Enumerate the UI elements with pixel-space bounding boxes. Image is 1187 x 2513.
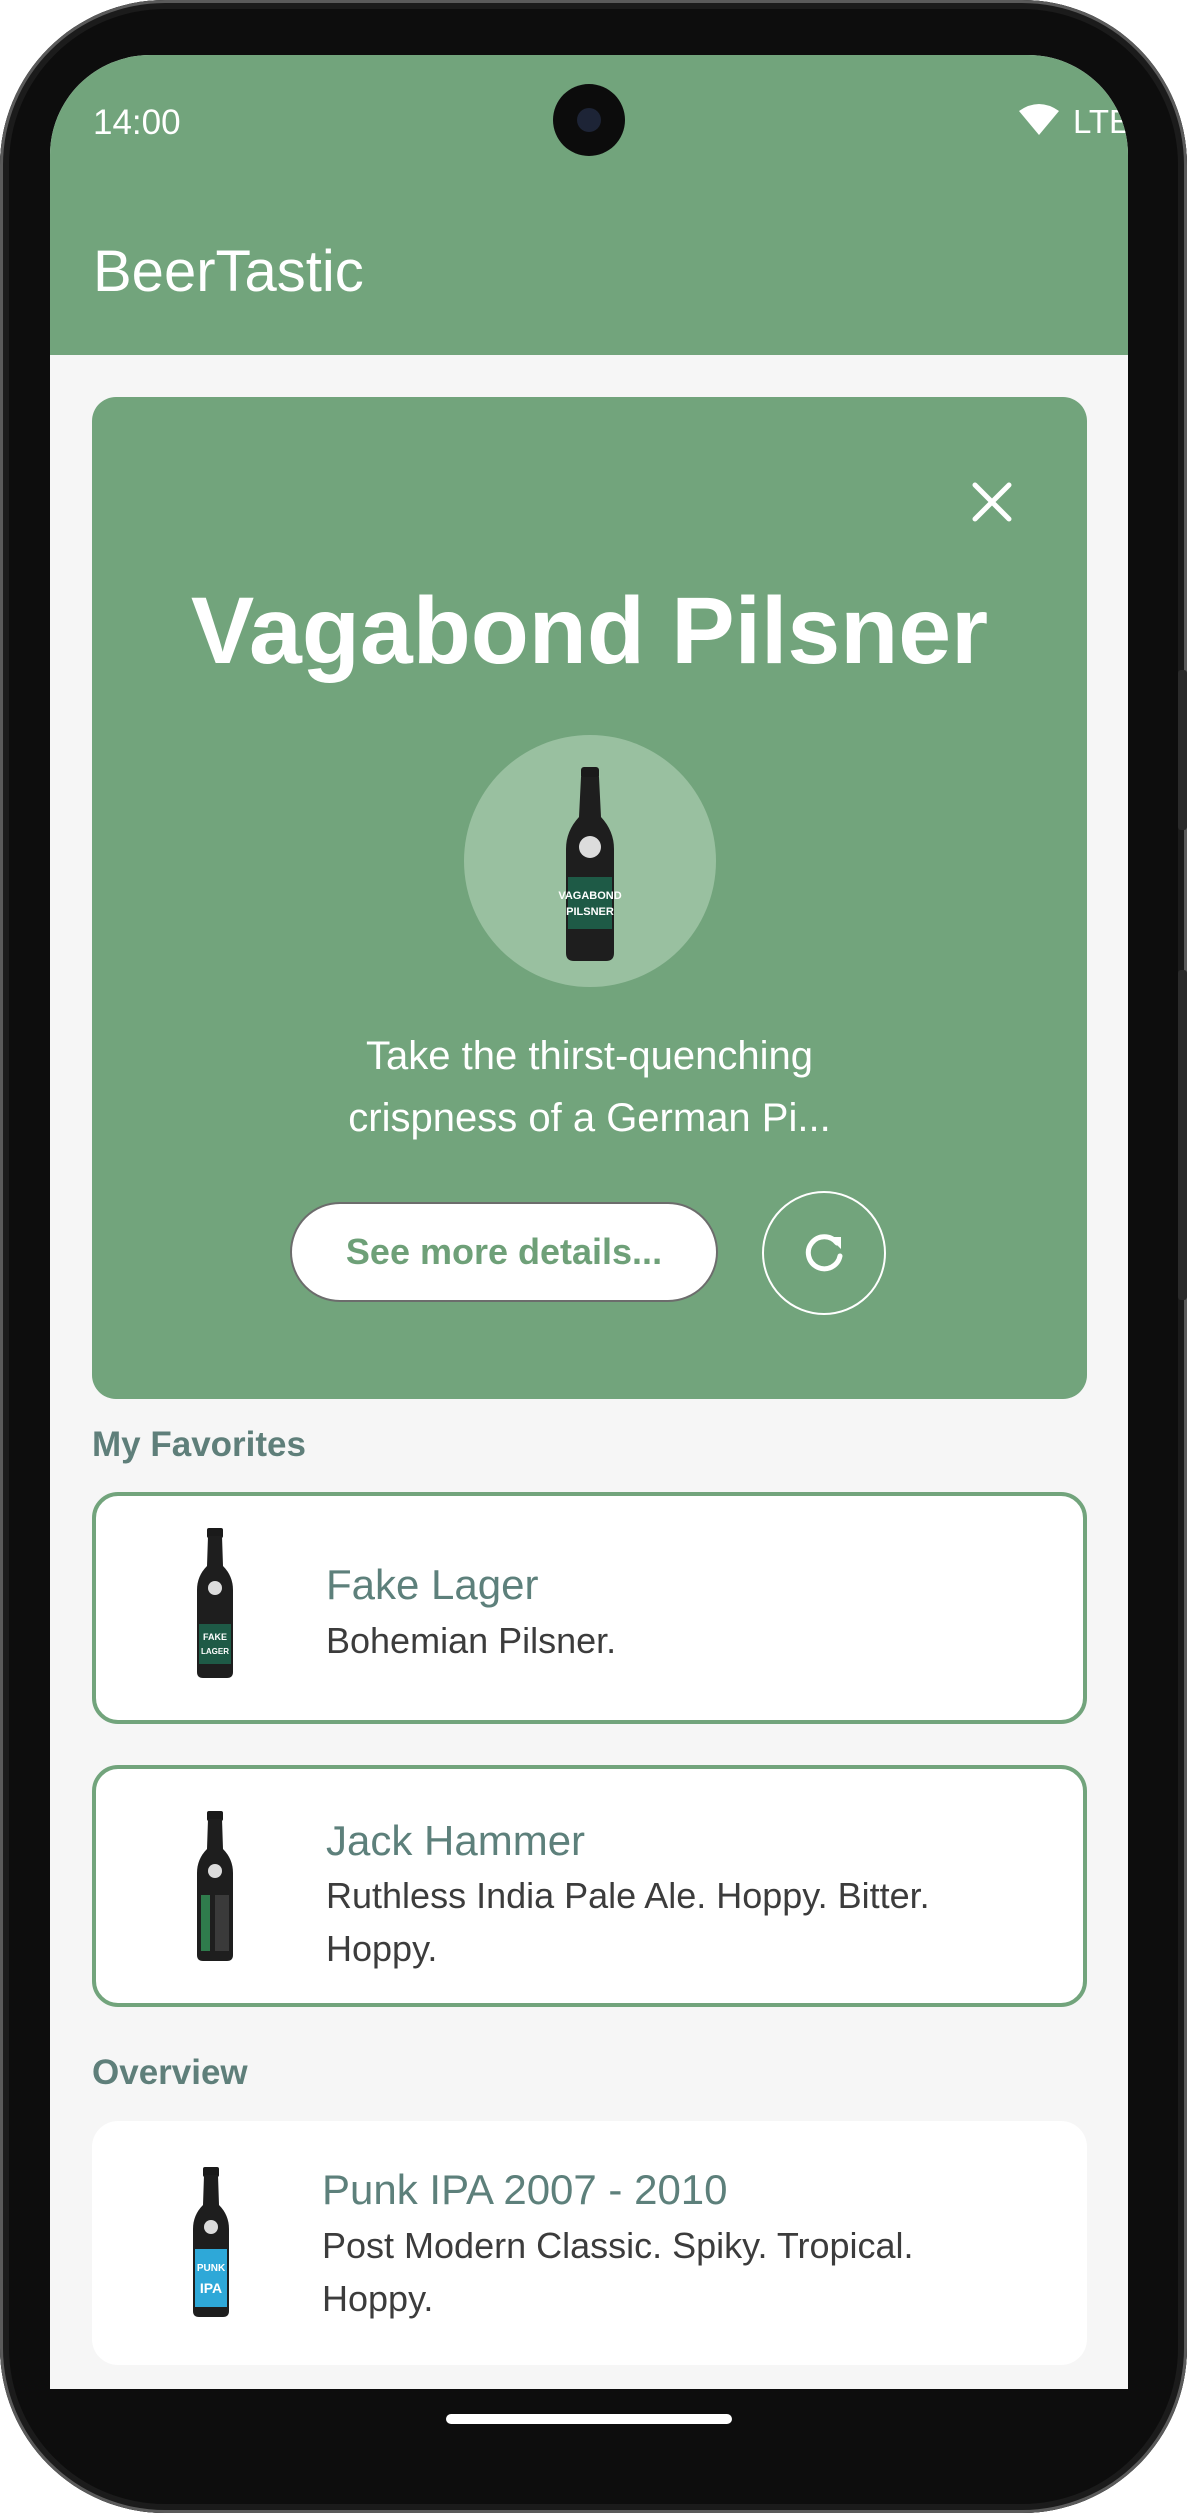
overview-item-punk-ipa[interactable]: PUNK IPA Punk IPA 2007 - 2010 Post Moder…	[92, 2121, 1087, 2365]
phone-frame: 14:00 LTE BeerTastic Vagabond Pilsner VA…	[0, 0, 1187, 2513]
beer-description: Bohemian Pilsner.	[326, 1620, 617, 1661]
featured-beer-description: Take the thirst-quenching crispness of a…	[348, 1034, 831, 1140]
refresh-button[interactable]	[762, 1191, 886, 1315]
featured-beer-card: Vagabond Pilsner VAGABOND PILSNER Take t…	[92, 397, 1087, 1399]
svg-text:LAGER: LAGER	[201, 1647, 229, 1656]
favorite-item-jack-hammer[interactable]: Jack Hammer Ruthless India Pale Ale. Hop…	[92, 1765, 1087, 2007]
top-app-bar: 14:00 LTE BeerTastic	[50, 55, 1128, 355]
overview-heading: Overview	[92, 2053, 248, 2092]
see-more-details-button[interactable]: See more details...	[290, 1202, 718, 1302]
beer-bottle-icon: FAKE LAGER	[197, 1528, 233, 1678]
beer-description: Ruthless India Pale Ale. Hoppy. Bitter. …	[326, 1875, 930, 1969]
app-title: BeerTastic	[93, 239, 364, 304]
refresh-icon	[805, 1234, 843, 1272]
svg-text:PILSNER: PILSNER	[566, 906, 614, 918]
home-indicator[interactable]	[446, 2414, 732, 2424]
featured-beer-image: VAGABOND PILSNER	[464, 735, 716, 987]
wifi-icon	[1019, 104, 1059, 135]
svg-text:IPA: IPA	[200, 2280, 222, 2296]
beer-bottle-icon: PUNK IPA	[193, 2167, 229, 2317]
power-button	[1178, 970, 1187, 1300]
beer-name: Jack Hammer	[326, 1817, 586, 1864]
close-icon[interactable]	[967, 477, 1017, 527]
svg-text:PUNK: PUNK	[197, 2263, 226, 2274]
favorite-item-fake-lager[interactable]: FAKE LAGER Fake Lager Bohemian Pilsner.	[92, 1492, 1087, 1724]
app-screen: 14:00 LTE BeerTastic Vagabond Pilsner VA…	[50, 55, 1128, 2389]
volume-button	[1178, 670, 1187, 830]
beer-name: Fake Lager	[326, 1561, 539, 1608]
status-time: 14:00	[93, 103, 181, 142]
svg-text:FAKE: FAKE	[203, 1632, 227, 1642]
svg-text:VAGABOND: VAGABOND	[558, 890, 621, 902]
featured-beer-name: Vagabond Pilsner	[190, 578, 989, 684]
network-type: LTE	[1073, 103, 1128, 140]
beer-bottle-icon: VAGABOND PILSNER	[558, 767, 622, 961]
favorites-heading: My Favorites	[92, 1425, 306, 1464]
beer-bottle-icon	[197, 1811, 233, 1961]
front-camera	[553, 84, 625, 156]
beer-description: Post Modern Classic. Spiky. Tropical. Ho…	[322, 2225, 914, 2319]
beer-name: Punk IPA 2007 - 2010	[322, 2166, 728, 2213]
